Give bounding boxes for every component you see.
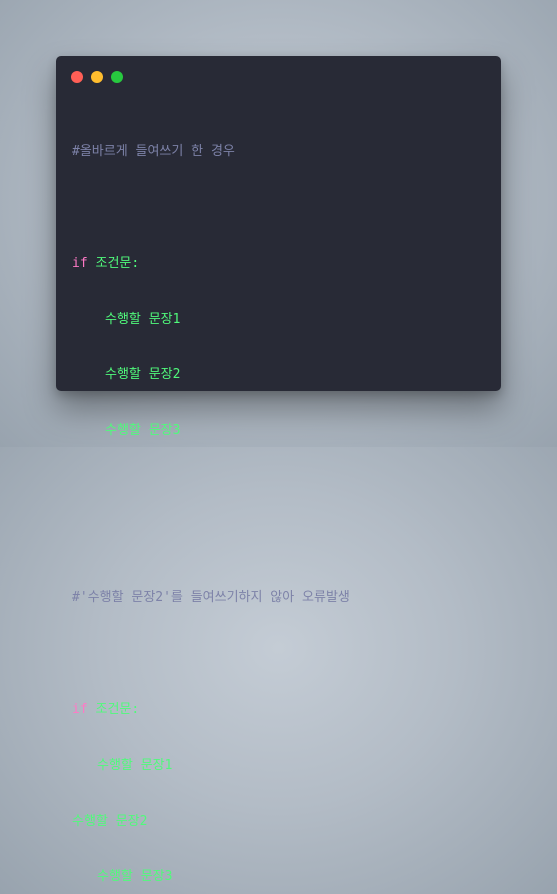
condition-text: 조건문:	[87, 702, 140, 717]
code-block: #올바르게 들여쓰기 한 경우 if 조건문: 수행할 문장1 수행할 문장2 …	[72, 106, 350, 894]
window-controls	[71, 71, 123, 83]
code-statement-3: 수행할 문장3	[97, 869, 173, 885]
keyword-if: if	[72, 702, 88, 717]
code-statement-1: 수행할 문장1	[97, 757, 173, 773]
code-statement-3: 수행할 문장3	[105, 423, 181, 439]
code-if-line-2: if 조건문:	[72, 701, 350, 720]
keyword-if: if	[72, 255, 88, 271]
code-if-line-1: if 조건문:	[72, 255, 350, 274]
close-button[interactable]	[71, 71, 83, 83]
code-comment-2: #'수행할 문장2'를 들여쓰기하지 않아 오류발생	[72, 590, 350, 606]
code-statement-2: 수행할 문장2	[105, 367, 181, 383]
code-window: #올바르게 들여쓰기 한 경우 if 조건문: 수행할 문장1 수행할 문장2 …	[56, 56, 501, 884]
code-statement-2-unindented: 수행할 문장2	[72, 813, 148, 829]
code-comment-1: #올바르게 들여쓰기 한 경우	[72, 144, 235, 160]
minimize-button[interactable]	[91, 71, 103, 83]
maximize-button[interactable]	[111, 71, 123, 83]
condition-text: 조건문:	[87, 255, 140, 271]
code-statement-1: 수행할 문장1	[105, 311, 181, 327]
